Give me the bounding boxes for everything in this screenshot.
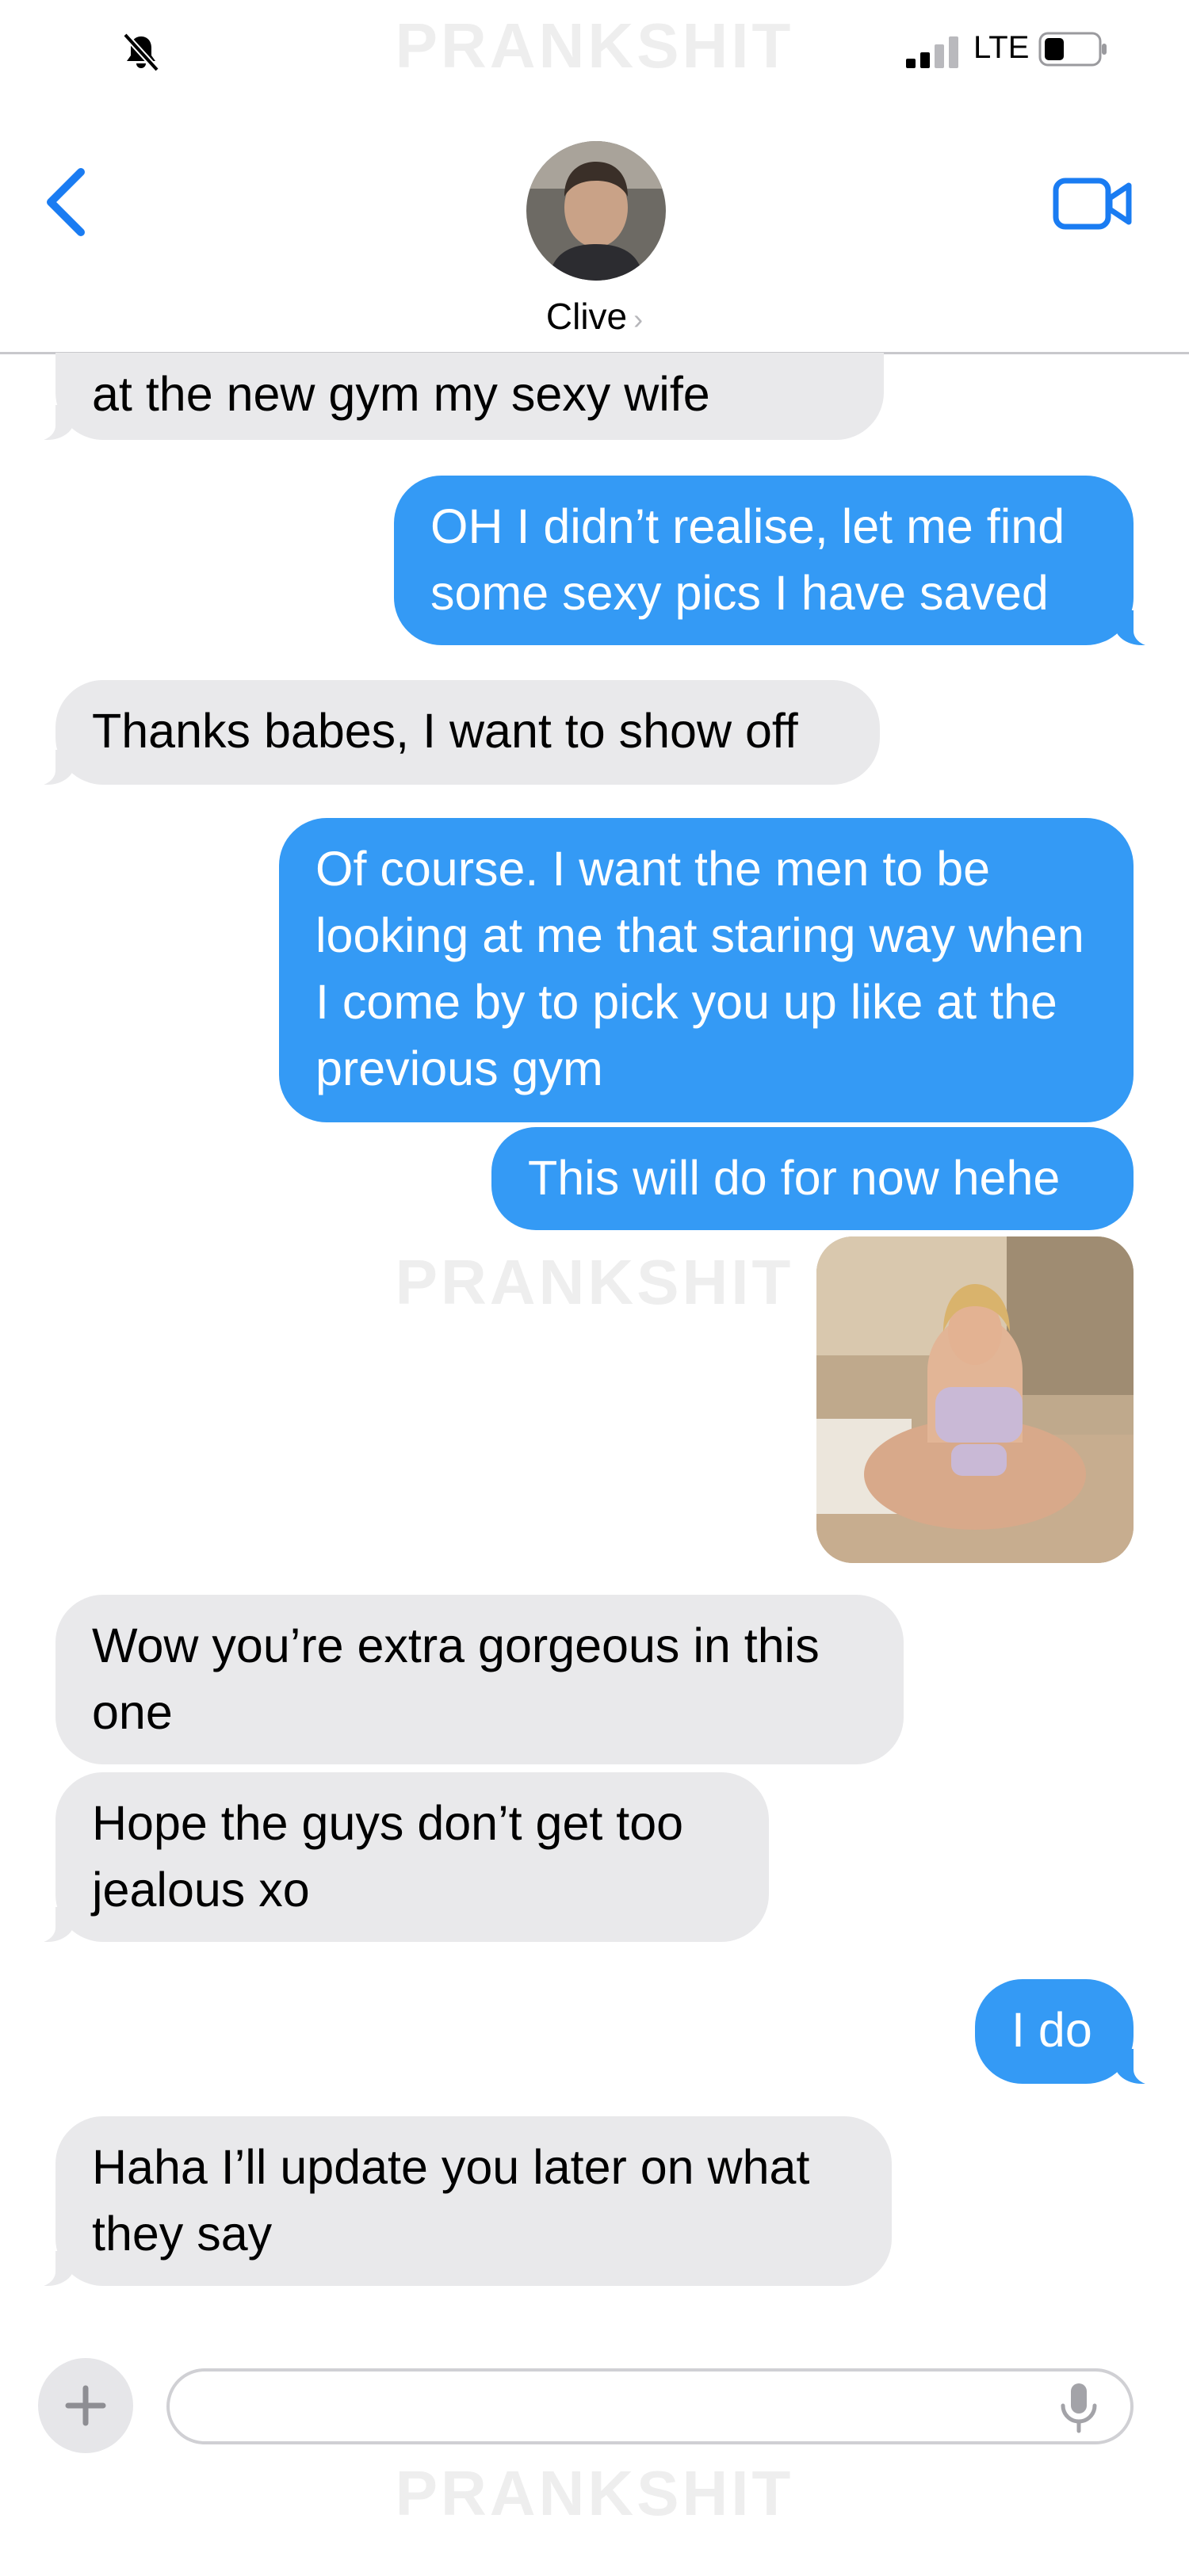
avatar-photo <box>526 141 666 281</box>
contact-name-label: Clive <box>545 296 628 337</box>
message-text: I do <box>1011 2003 1092 2057</box>
image-attachment[interactable] <box>816 1236 1134 1563</box>
plus-icon <box>65 2385 106 2426</box>
message-outgoing[interactable]: I do <box>975 1979 1170 2085</box>
avatar[interactable] <box>526 141 666 281</box>
chevron-right-icon: › <box>633 303 644 335</box>
message-text: OH I didn’t realise, let me find some se… <box>430 499 1065 620</box>
message-incoming[interactable]: Hope the guys don’t get too jealous xo <box>19 1772 769 1943</box>
network-label: LTE <box>973 30 1030 65</box>
message-text: Hope the guys don’t get too jealous xo <box>92 1796 684 1917</box>
message-input[interactable] <box>166 2368 1134 2444</box>
message-outgoing[interactable]: OH I didn’t realise, let me find some se… <box>394 476 1170 647</box>
message-text: Wow you’re extra gorgeous in this one <box>92 1619 820 1739</box>
add-attachment-button[interactable] <box>38 2358 133 2453</box>
message-incoming[interactable]: Thanks babes, I want to show off <box>19 680 880 786</box>
contact-name[interactable]: Clive › <box>0 295 1189 338</box>
message-incoming[interactable]: Haha I’ll update you later on what they … <box>19 2116 892 2287</box>
message-incoming[interactable]: Wow you’re extra gorgeous in this one <box>55 1595 904 1764</box>
attachment-photo <box>816 1236 1134 1563</box>
message-text: Of course. I want the men to be looking … <box>315 842 1084 1095</box>
microphone-icon[interactable] <box>1059 2382 1099 2434</box>
message-text: Thanks babes, I want to show off <box>92 704 798 758</box>
watermark-bottom: PRANKSHIT <box>395 2458 794 2528</box>
back-chevron-icon[interactable] <box>40 162 95 242</box>
message-incoming[interactable]: at the new gym my sexy wife <box>19 353 884 441</box>
message-text: at the new gym my sexy wife <box>92 367 710 421</box>
video-camera-icon[interactable] <box>1053 174 1134 233</box>
signal-icon <box>906 36 958 68</box>
message-text: This will do for now hehe <box>528 1151 1061 1205</box>
message-outgoing[interactable]: Of course. I want the men to be looking … <box>279 818 1134 1122</box>
message-text: Haha I’ll update you later on what they … <box>92 2140 810 2261</box>
message-outgoing[interactable]: This will do for now hehe <box>491 1127 1134 1230</box>
battery-icon <box>1038 32 1107 67</box>
bell-muted-icon <box>123 32 159 72</box>
